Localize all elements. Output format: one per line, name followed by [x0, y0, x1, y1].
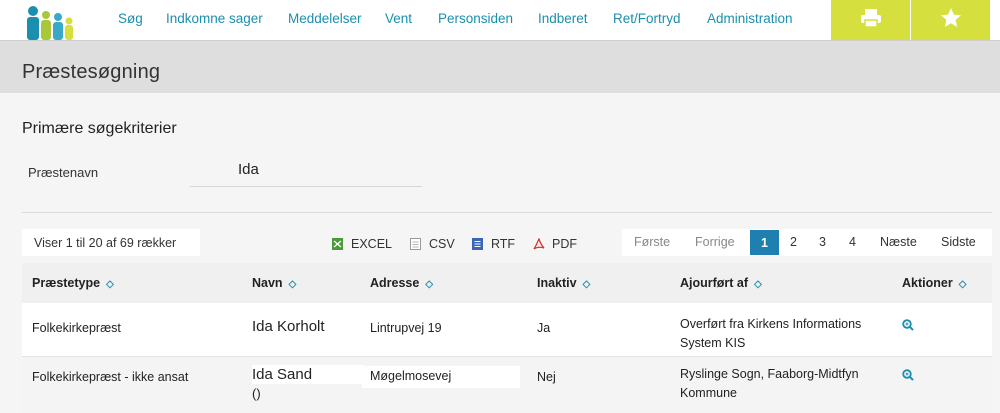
table-row[interactable]: Folkekirkepræst - ikke ansat Ida Sand ()… — [22, 357, 992, 413]
priest-name-label: Præstenavn — [28, 165, 99, 180]
sort-icon: ◇ — [754, 279, 762, 290]
column-header-type-label: Præstetype — [32, 276, 101, 290]
nav-item-meddelelser[interactable]: Meddelelser — [288, 11, 362, 26]
cell-name-text: Ida Sand — [252, 365, 364, 384]
section-divider — [22, 212, 992, 213]
priest-name-input[interactable] — [190, 153, 422, 187]
pagination-first[interactable]: Første — [634, 235, 670, 249]
column-header-name[interactable]: Navn ◇ — [252, 276, 296, 290]
magnifier-icon — [902, 369, 914, 381]
cell-inactive: Ja — [537, 321, 551, 335]
page-title: Præstesøgning — [22, 61, 161, 83]
search-criteria-heading: Primære søgekriterier — [22, 120, 177, 137]
cell-updated-by: Overført fra Kirkens Informations System… — [680, 315, 861, 353]
pagination-last[interactable]: Sidste — [941, 235, 976, 249]
column-header-inactive[interactable]: Inaktiv ◇ — [537, 276, 590, 290]
cell-updated-by-line: System KIS — [680, 336, 746, 350]
pagination-page-4[interactable]: 4 — [849, 235, 856, 249]
column-header-actions[interactable]: Aktioner ◇ — [902, 276, 966, 290]
sort-icon: ◇ — [288, 279, 297, 290]
excel-icon — [332, 238, 343, 250]
pdf-icon — [533, 237, 545, 250]
export-rtf-label: RTF — [491, 237, 516, 251]
column-header-address-label: Adresse — [370, 276, 420, 290]
nav-item-vent[interactable]: Vent — [385, 11, 412, 26]
rtf-icon — [472, 238, 483, 250]
pagination: Første Forrige 1 2 3 4 Næste Sidste — [622, 229, 992, 256]
cell-type: Folkekirkepræst — [32, 321, 121, 335]
page-header: Præstesøgning — [0, 40, 1000, 93]
nav-item-administration[interactable]: Administration — [707, 11, 793, 26]
cell-type: Folkekirkepræst - ikke ansat — [32, 370, 189, 384]
star-icon — [940, 7, 962, 33]
export-pdf-label: PDF — [552, 237, 577, 251]
cell-updated-by-line: Kommune — [680, 386, 737, 400]
column-header-inactive-label: Inaktiv — [537, 276, 577, 290]
column-header-updated-by[interactable]: Ajourført af ◇ — [680, 276, 762, 290]
column-header-type[interactable]: Præstetype ◇ — [32, 276, 114, 290]
sort-icon: ◇ — [425, 279, 434, 290]
favorite-button[interactable] — [911, 0, 990, 40]
nav-item-soeg[interactable]: Søg — [118, 11, 143, 26]
nav-item-ret-fortryd[interactable]: Ret/Fortryd — [613, 11, 681, 26]
main-content: Primære søgekriterier Præstenavn Viser 1… — [0, 93, 1000, 413]
view-details-button[interactable] — [902, 368, 914, 386]
export-rtf-button[interactable]: RTF — [472, 237, 515, 251]
export-csv-button[interactable]: CSV — [410, 237, 455, 251]
cell-address: Lintrupvej 19 — [370, 321, 442, 335]
csv-icon — [410, 238, 421, 250]
pagination-next[interactable]: Næste — [880, 235, 917, 249]
sort-icon: ◇ — [582, 279, 591, 290]
printer-icon — [860, 8, 882, 33]
pagination-page-3[interactable]: 3 — [819, 235, 826, 249]
column-header-updated-by-label: Ajourført af — [680, 276, 749, 290]
pagination-page-1[interactable]: 1 — [750, 230, 779, 255]
top-navigation-bar: Søg Indkomne sager Meddelelser Vent Pers… — [0, 0, 1000, 40]
magnifier-icon — [902, 319, 914, 331]
cell-inactive: Nej — [537, 370, 556, 384]
cell-address: Møgelmosevej — [362, 366, 520, 388]
column-header-actions-label: Aktioner — [902, 276, 953, 290]
column-header-address[interactable]: Adresse ◇ — [370, 276, 433, 290]
cell-name-extra: () — [252, 386, 261, 401]
cell-name: Ida Korholt — [252, 318, 325, 335]
pagination-page-2[interactable]: 2 — [790, 235, 797, 249]
export-excel-button[interactable]: EXCEL — [332, 237, 392, 251]
nav-item-indberet[interactable]: Indberet — [538, 11, 588, 26]
family-logo[interactable] — [22, 2, 78, 40]
results-table-header: Præstetype ◇ Navn ◇ Adresse ◇ Inaktiv ◇ Ajou… — [22, 263, 992, 303]
cell-updated-by-line: Overført fra Kirkens Informations — [680, 317, 862, 331]
table-row[interactable]: Folkekirkepræst Ida Korholt Lintrupvej 1… — [22, 303, 992, 357]
view-details-button[interactable] — [902, 318, 914, 336]
sort-icon: ◇ — [958, 279, 967, 290]
cell-updated-by-line: Ryslinge Sogn, Faaborg-Midtfyn — [680, 367, 859, 381]
nav-item-personsiden[interactable]: Personsiden — [438, 11, 513, 26]
export-pdf-button[interactable]: PDF — [533, 237, 577, 251]
cell-name: Ida Sand () — [252, 365, 364, 403]
print-button[interactable] — [831, 0, 910, 40]
sort-icon: ◇ — [106, 279, 114, 290]
column-header-name-label: Navn — [252, 276, 283, 290]
export-csv-label: CSV — [429, 237, 455, 251]
pagination-previous[interactable]: Forrige — [695, 235, 735, 249]
results-summary: Viser 1 til 20 af 69 rækker — [22, 229, 200, 256]
cell-updated-by: Ryslinge Sogn, Faaborg-Midtfyn Kommune — [680, 365, 859, 403]
export-excel-label: EXCEL — [351, 237, 392, 251]
nav-item-indkomne-sager[interactable]: Indkomne sager — [166, 11, 263, 26]
